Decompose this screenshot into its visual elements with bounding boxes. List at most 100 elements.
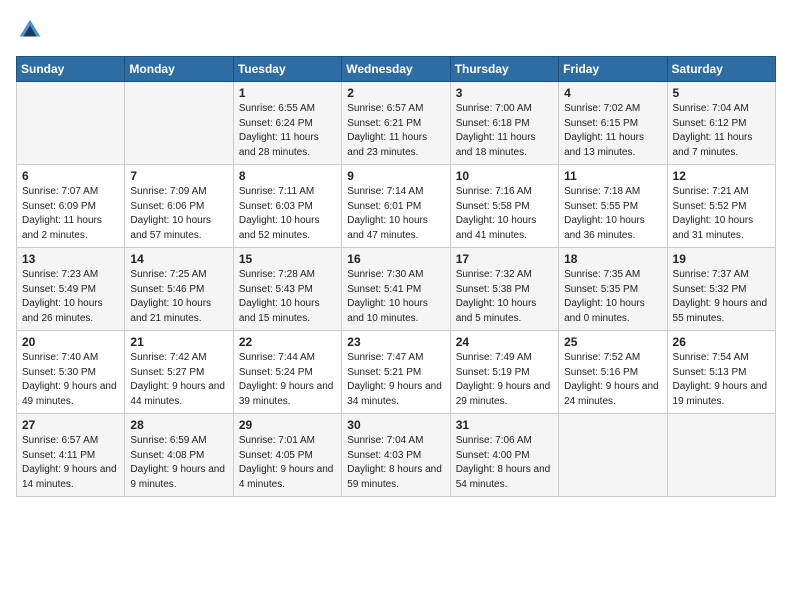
column-header-thursday: Thursday bbox=[450, 57, 558, 82]
week-row-2: 6 Sunrise: 7:07 AMSunset: 6:09 PMDaylight… bbox=[17, 165, 776, 248]
day-info: Sunrise: 7:02 AMSunset: 6:15 PMDaylight:… bbox=[564, 102, 661, 160]
day-cell: 26Sunrise: 7:54 AMSunset: 5:13 PMDayligh… bbox=[667, 331, 775, 414]
day-number: 17 bbox=[456, 252, 553, 266]
week-row-1: 1 Sunrise: 6:55 AMSunset: 6:24 PMDaylight… bbox=[17, 82, 776, 165]
day-number: 31 bbox=[456, 418, 553, 432]
day-number: 14 bbox=[130, 252, 227, 266]
day-number: 6 bbox=[22, 169, 119, 183]
column-header-friday: Friday bbox=[559, 57, 667, 82]
column-header-tuesday: Tuesday bbox=[233, 57, 341, 82]
day-number: 28 bbox=[130, 418, 227, 432]
day-number: 1 bbox=[239, 86, 336, 100]
day-cell: 19Sunrise: 7:37 AMSunset: 5:32 PMDayligh… bbox=[667, 248, 775, 331]
day-cell: 10 Sunrise: 7:16 AMSunset: 5:58 PMDayligh… bbox=[450, 165, 558, 248]
day-number: 23 bbox=[347, 335, 444, 349]
day-cell: 23 Sunrise: 7:47 AMSunset: 5:21 PMDayligh… bbox=[342, 331, 450, 414]
day-number: 5 bbox=[673, 86, 770, 100]
day-cell: 3 Sunrise: 7:00 AMSunset: 6:18 PMDaylight… bbox=[450, 82, 558, 165]
day-info: Sunrise: 7:09 AMSunset: 6:06 PMDaylight:… bbox=[130, 185, 227, 243]
day-info: Sunrise: 7:00 AMSunset: 6:18 PMDaylight:… bbox=[456, 102, 553, 160]
day-cell bbox=[559, 414, 667, 497]
column-header-saturday: Saturday bbox=[667, 57, 775, 82]
day-info: Sunrise: 7:40 AMSunset: 5:30 PMDaylight:… bbox=[22, 351, 119, 409]
day-cell: 2Sunrise: 6:57 AMSunset: 6:21 PMDaylight… bbox=[342, 82, 450, 165]
day-cell: 6 Sunrise: 7:07 AMSunset: 6:09 PMDaylight… bbox=[17, 165, 125, 248]
day-cell bbox=[17, 82, 125, 165]
column-header-monday: Monday bbox=[125, 57, 233, 82]
day-cell: 22 Sunrise: 7:44 AMSunset: 5:24 PMDayligh… bbox=[233, 331, 341, 414]
day-number: 9 bbox=[347, 169, 444, 183]
day-cell: 13 Sunrise: 7:23 AMSunset: 5:49 PMDayligh… bbox=[17, 248, 125, 331]
week-row-3: 13 Sunrise: 7:23 AMSunset: 5:49 PMDayligh… bbox=[17, 248, 776, 331]
day-info: Sunrise: 7:14 AMSunset: 6:01 PMDaylight:… bbox=[347, 185, 444, 243]
day-info: Sunrise: 7:49 AMSunset: 5:19 PMDaylight:… bbox=[456, 351, 553, 409]
day-number: 27 bbox=[22, 418, 119, 432]
day-cell: 28 Sunrise: 6:59 AMSunset: 4:08 PMDayligh… bbox=[125, 414, 233, 497]
day-info: Sunrise: 7:47 AMSunset: 5:21 PMDaylight:… bbox=[347, 351, 444, 409]
day-number: 2 bbox=[347, 86, 444, 100]
day-number: 8 bbox=[239, 169, 336, 183]
day-number: 22 bbox=[239, 335, 336, 349]
day-number: 20 bbox=[22, 335, 119, 349]
day-number: 26 bbox=[673, 335, 770, 349]
day-cell: 4 Sunrise: 7:02 AMSunset: 6:15 PMDaylight… bbox=[559, 82, 667, 165]
day-info: Sunrise: 7:30 AMSunset: 5:41 PMDaylight:… bbox=[347, 268, 444, 326]
day-cell: 14Sunrise: 7:25 AMSunset: 5:46 PMDayligh… bbox=[125, 248, 233, 331]
day-cell: 18Sunrise: 7:35 AMSunset: 5:35 PMDayligh… bbox=[559, 248, 667, 331]
day-number: 18 bbox=[564, 252, 661, 266]
day-number: 3 bbox=[456, 86, 553, 100]
day-cell: 8 Sunrise: 7:11 AMSunset: 6:03 PMDaylight… bbox=[233, 165, 341, 248]
day-cell: 17Sunrise: 7:32 AMSunset: 5:38 PMDayligh… bbox=[450, 248, 558, 331]
day-number: 24 bbox=[456, 335, 553, 349]
day-number: 4 bbox=[564, 86, 661, 100]
day-info: Sunrise: 7:06 AMSunset: 4:00 PMDaylight:… bbox=[456, 434, 553, 492]
calendar-table: SundayMondayTuesdayWednesdayThursdayFrid… bbox=[16, 56, 776, 497]
day-cell: 11 Sunrise: 7:18 AMSunset: 5:55 PMDayligh… bbox=[559, 165, 667, 248]
day-info: Sunrise: 7:28 AMSunset: 5:43 PMDaylight:… bbox=[239, 268, 336, 326]
week-row-5: 27 Sunrise: 6:57 AMSunset: 4:11 PMDayligh… bbox=[17, 414, 776, 497]
day-info: Sunrise: 6:57 AMSunset: 4:11 PMDaylight:… bbox=[22, 434, 119, 492]
day-cell: 16 Sunrise: 7:30 AMSunset: 5:41 PMDayligh… bbox=[342, 248, 450, 331]
day-number: 12 bbox=[673, 169, 770, 183]
day-info: Sunrise: 7:01 AMSunset: 4:05 PMDaylight:… bbox=[239, 434, 336, 492]
day-cell bbox=[125, 82, 233, 165]
logo bbox=[16, 16, 48, 44]
day-cell: 15 Sunrise: 7:28 AMSunset: 5:43 PMDayligh… bbox=[233, 248, 341, 331]
day-cell: 12 Sunrise: 7:21 AMSunset: 5:52 PMDayligh… bbox=[667, 165, 775, 248]
day-cell: 31 Sunrise: 7:06 AMSunset: 4:00 PMDayligh… bbox=[450, 414, 558, 497]
day-number: 25 bbox=[564, 335, 661, 349]
day-info: Sunrise: 7:52 AMSunset: 5:16 PMDaylight:… bbox=[564, 351, 661, 409]
day-info: Sunrise: 6:55 AMSunset: 6:24 PMDaylight:… bbox=[239, 102, 336, 160]
day-info: Sunrise: 7:23 AMSunset: 5:49 PMDaylight:… bbox=[22, 268, 119, 326]
day-cell: 9 Sunrise: 7:14 AMSunset: 6:01 PMDaylight… bbox=[342, 165, 450, 248]
day-cell: 1 Sunrise: 6:55 AMSunset: 6:24 PMDaylight… bbox=[233, 82, 341, 165]
day-info: Sunrise: 7:16 AMSunset: 5:58 PMDaylight:… bbox=[456, 185, 553, 243]
day-number: 7 bbox=[130, 169, 227, 183]
day-cell: 29 Sunrise: 7:01 AMSunset: 4:05 PMDayligh… bbox=[233, 414, 341, 497]
day-info: Sunrise: 7:18 AMSunset: 5:55 PMDaylight:… bbox=[564, 185, 661, 243]
day-cell bbox=[667, 414, 775, 497]
day-cell: 7 Sunrise: 7:09 AMSunset: 6:06 PMDaylight… bbox=[125, 165, 233, 248]
day-info: Sunrise: 7:04 AMSunset: 4:03 PMDaylight:… bbox=[347, 434, 444, 492]
day-number: 10 bbox=[456, 169, 553, 183]
day-number: 21 bbox=[130, 335, 227, 349]
day-number: 16 bbox=[347, 252, 444, 266]
day-number: 15 bbox=[239, 252, 336, 266]
day-info: Sunrise: 7:21 AMSunset: 5:52 PMDaylight:… bbox=[673, 185, 770, 243]
day-info: Sunrise: 7:07 AMSunset: 6:09 PMDaylight:… bbox=[22, 185, 119, 243]
day-info: Sunrise: 6:59 AMSunset: 4:08 PMDaylight:… bbox=[130, 434, 227, 492]
day-number: 13 bbox=[22, 252, 119, 266]
day-number: 11 bbox=[564, 169, 661, 183]
day-info: Sunrise: 7:37 AMSunset: 5:32 PMDaylight:… bbox=[673, 268, 770, 326]
day-cell: 5Sunrise: 7:04 AMSunset: 6:12 PMDaylight… bbox=[667, 82, 775, 165]
day-info: Sunrise: 7:11 AMSunset: 6:03 PMDaylight:… bbox=[239, 185, 336, 243]
day-cell: 30Sunrise: 7:04 AMSunset: 4:03 PMDayligh… bbox=[342, 414, 450, 497]
day-cell: 21Sunrise: 7:42 AMSunset: 5:27 PMDayligh… bbox=[125, 331, 233, 414]
page-header bbox=[16, 16, 776, 44]
day-number: 29 bbox=[239, 418, 336, 432]
column-header-wednesday: Wednesday bbox=[342, 57, 450, 82]
day-cell: 27 Sunrise: 6:57 AMSunset: 4:11 PMDayligh… bbox=[17, 414, 125, 497]
week-row-4: 20 Sunrise: 7:40 AMSunset: 5:30 PMDayligh… bbox=[17, 331, 776, 414]
day-info: Sunrise: 7:44 AMSunset: 5:24 PMDaylight:… bbox=[239, 351, 336, 409]
day-cell: 25 Sunrise: 7:52 AMSunset: 5:16 PMDayligh… bbox=[559, 331, 667, 414]
